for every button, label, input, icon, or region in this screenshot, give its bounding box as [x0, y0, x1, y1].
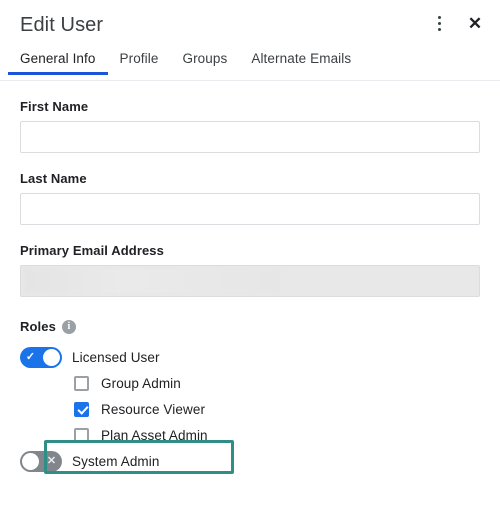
tab-alternate-emails[interactable]: Alternate Emails: [239, 48, 363, 75]
role-row-system-admin[interactable]: ✕ System Admin: [20, 448, 480, 474]
toggle-check-glyph: ✓: [25, 350, 36, 363]
close-glyph: ✕: [467, 13, 483, 33]
licensed-user-label: Licensed User: [72, 349, 160, 365]
group-admin-label: Group Admin: [101, 375, 181, 391]
last-name-label: Last Name: [20, 171, 87, 186]
plan-asset-admin-checkbox[interactable]: [74, 427, 89, 443]
info-icon[interactable]: i: [61, 319, 76, 334]
general-info-form: First Name Last Name Primary Email Addre…: [0, 99, 500, 474]
resource-viewer-label: Resource Viewer: [101, 401, 206, 417]
role-row-plan-asset-admin[interactable]: Plan Asset Admin: [20, 422, 480, 448]
role-row-licensed-user[interactable]: ✓ Licensed User: [20, 344, 480, 370]
tab-groups[interactable]: Groups: [170, 48, 239, 75]
tab-bar: General Info Profile Groups Alternate Em…: [0, 48, 500, 81]
close-icon[interactable]: ✕: [464, 12, 486, 34]
licensed-user-toggle[interactable]: ✓: [20, 346, 62, 368]
dialog-header: Edit User ✕: [0, 0, 500, 48]
kebab-menu-glyph: [437, 15, 441, 31]
primary-email-label: Primary Email Address: [20, 243, 164, 258]
primary-email-input: [20, 265, 480, 297]
tabs: General Info Profile Groups Alternate Em…: [0, 48, 500, 75]
page-title: Edit User: [20, 14, 104, 36]
tab-profile[interactable]: Profile: [108, 48, 171, 75]
roles-title: Roles: [20, 319, 56, 334]
roles-header: Roles i: [20, 319, 480, 334]
role-row-resource-viewer[interactable]: Resource Viewer: [20, 396, 480, 422]
first-name-label: First Name: [20, 99, 89, 114]
primary-email-wrapper: [20, 265, 480, 297]
resource-viewer-checkbox[interactable]: [74, 401, 89, 417]
system-admin-label: System Admin: [72, 453, 160, 469]
toggle-knob: [43, 348, 60, 366]
system-admin-toggle[interactable]: ✕: [20, 450, 62, 472]
kebab-menu-icon[interactable]: [428, 12, 450, 34]
plan-asset-admin-label: Plan Asset Admin: [101, 427, 208, 443]
role-row-group-admin[interactable]: Group Admin: [20, 370, 480, 396]
last-name-input[interactable]: [20, 193, 480, 225]
toggle-knob: [22, 452, 39, 470]
toggle-cross-glyph: ✕: [46, 454, 57, 467]
header-actions: ✕: [428, 12, 486, 34]
tab-general-info[interactable]: General Info: [8, 48, 108, 75]
first-name-input[interactable]: [20, 121, 480, 153]
group-admin-checkbox[interactable]: [74, 375, 89, 391]
